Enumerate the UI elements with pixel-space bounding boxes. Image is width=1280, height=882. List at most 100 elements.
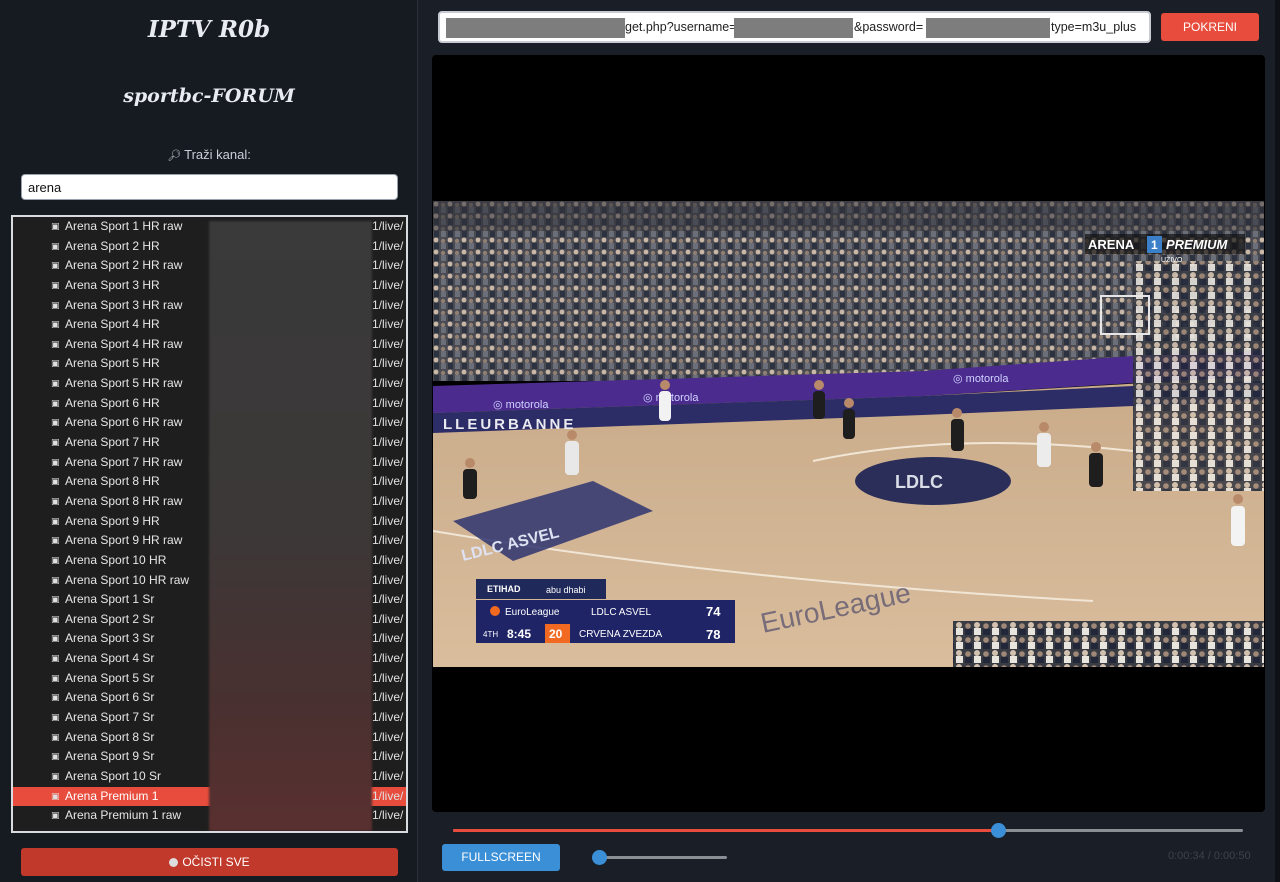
url-text-part3: type=m3u_plus: [1051, 20, 1137, 34]
channel-name: Arena Sport 10 HR raw: [65, 572, 190, 587]
channel-url: 1/live/: [372, 651, 404, 666]
channel-name: Arena Sport 3 Sr: [65, 631, 155, 646]
seek-bar[interactable]: [453, 823, 1243, 838]
channel-name: Arena Sport 8 HR raw: [65, 493, 183, 508]
tv-icon: ▣: [51, 751, 60, 762]
tv-icon: ▣: [51, 613, 60, 624]
window-edge: [1275, 0, 1280, 882]
sponsor-2: abu dhabi: [546, 585, 586, 595]
channel-url: 1/live/: [372, 356, 404, 371]
tv-icon: ▣: [51, 633, 60, 644]
search-label-text: Traži kanal:: [184, 147, 251, 162]
redacted-username: [734, 18, 853, 38]
channel-url: 1/live/: [372, 670, 404, 685]
tv-icon: ▣: [51, 731, 60, 742]
tv-icon: ▣: [51, 515, 60, 526]
channel-url: 1/live/: [372, 552, 404, 567]
channel-url: 1/live/: [372, 258, 404, 273]
start-button[interactable]: POKRENI: [1161, 13, 1259, 41]
channel-name: Arena Sport 7 HR: [65, 435, 160, 450]
scoreboard-home-score: 74: [706, 604, 721, 619]
tv-icon: ▣: [51, 554, 60, 565]
scoreboard-clock: 8:45: [507, 627, 531, 641]
svg-text:◎ motorola: ◎ motorola: [953, 373, 1009, 385]
channel-url: 1/live/: [372, 749, 404, 764]
tv-icon: ▣: [51, 221, 60, 231]
channel-tier: PREMIUM: [1166, 237, 1229, 252]
channel-url: 1/live/: [372, 435, 404, 450]
channel-name: Arena Sport 7 Sr: [65, 710, 155, 725]
channel-name: Arena Sport 8 Sr: [65, 729, 155, 744]
live-label: UŽIVO: [1161, 255, 1183, 264]
tv-icon: ▣: [51, 653, 60, 664]
channel-url: 1/live/: [372, 592, 404, 607]
redacted-url-block: [209, 221, 372, 831]
tv-icon: ▣: [51, 456, 60, 467]
tv-icon: ▣: [51, 437, 60, 448]
tv-icon: ▣: [51, 417, 60, 428]
search-input[interactable]: [21, 174, 398, 200]
channel-name: Arena Sport 5 Sr: [65, 670, 155, 685]
tv-icon: ▣: [51, 770, 60, 781]
channel-name: Arena Sport 2 HR: [65, 238, 160, 253]
forum-subtitle: sportbc-FORUM: [123, 85, 295, 107]
video-frame: ◎ motorola ◎ motorola ◎ motorola LLEURBA…: [433, 201, 1264, 667]
channel-url: 1/live/: [372, 572, 404, 587]
channel-logo-text: ARENA: [1088, 237, 1135, 252]
channel-url: 1/live/: [372, 454, 404, 469]
volume-handle[interactable]: [592, 850, 607, 865]
channel-name: Arena Sport 1 HR raw: [65, 219, 183, 233]
channel-name: Arena Sport 5 HR: [65, 356, 160, 371]
channel-url: 1/live/: [372, 729, 404, 744]
playlist-url-field[interactable]: get.php?username= &password= type=m3u_pl…: [438, 11, 1151, 43]
channel-name: Arena Premium 1 raw: [65, 808, 182, 823]
clear-all-label: OČISTI SVE: [182, 855, 250, 869]
clear-all-button[interactable]: OČISTI SVE: [21, 848, 398, 876]
channel-url: 1/live/: [372, 631, 404, 646]
tv-icon: ▣: [51, 378, 60, 389]
scoreboard-shot-clock: 20: [549, 627, 563, 641]
channel-url: 1/live/: [372, 513, 404, 528]
channel-name: Arena Sport 7 HR raw: [65, 454, 183, 469]
channel-list[interactable]: ▣ Arena Sport 1 HR raw 1/live/ ▣ Arena Sport…: [11, 215, 408, 833]
fullscreen-button[interactable]: FULLSCREEN: [442, 844, 560, 871]
tv-icon: ▣: [51, 397, 60, 408]
channel-name: Arena Sport 10 HR: [65, 552, 167, 567]
channel-name: Arena Sport 6 HR raw: [65, 415, 183, 430]
channel-url: 1/live/: [372, 788, 404, 803]
tv-icon: ▣: [51, 358, 60, 369]
time-display: 0:00:34 / 0:00:50: [1168, 850, 1251, 862]
channel-name: Arena Sport 2 Sr: [65, 611, 155, 626]
tv-icon: ▣: [51, 594, 60, 605]
scoreboard-home-team: LDLC ASVEL: [591, 607, 651, 618]
channel-name: Arena Sport 6 Sr: [65, 690, 155, 705]
channel-url: 1/live/: [372, 768, 404, 783]
channel-name: Arena Sport 8 HR: [65, 474, 160, 489]
sidebar: IPTV R0b sportbc-FORUM 🔎︎Traži kanal: ▣ A…: [0, 0, 418, 882]
court-banner-text: LLEURBANNE: [443, 416, 576, 433]
seek-handle[interactable]: [991, 823, 1007, 838]
channel-url: 1/live/: [372, 297, 404, 312]
channel-name: Arena Sport 10 Sr: [65, 768, 162, 783]
scoreboard-quarter: 4TH: [483, 630, 498, 639]
tv-icon: ▣: [51, 476, 60, 487]
tv-icon: ▣: [51, 495, 60, 506]
scoreboard-away-score: 78: [706, 627, 720, 642]
channel-name: Arena Sport 6 HR: [65, 395, 160, 410]
channel-url: 1/live/: [372, 277, 404, 292]
volume-slider[interactable]: [592, 850, 727, 865]
channel-url: 1/live/: [372, 493, 404, 508]
tv-icon: ▣: [51, 319, 60, 330]
tv-icon: ▣: [51, 240, 60, 251]
channel-name: Arena Sport 4 Sr: [65, 651, 155, 666]
court-center-logo: LDLC: [895, 472, 943, 492]
channel-name: Arena Sport 2 HR raw: [65, 258, 183, 273]
channel-name: Arena Sport 9 HR: [65, 513, 160, 528]
channel-url: 1/live/: [372, 474, 404, 489]
tv-icon: ▣: [51, 299, 60, 310]
video-player[interactable]: ◎ motorola ◎ motorola ◎ motorola LLEURBA…: [432, 55, 1265, 812]
tv-icon: ▣: [51, 790, 60, 801]
channel-name: Arena Sport 3 HR raw: [65, 297, 183, 312]
basketball-broadcast-image: ◎ motorola ◎ motorola ◎ motorola LLEURBA…: [433, 201, 1264, 667]
redacted-password: [926, 18, 1050, 38]
